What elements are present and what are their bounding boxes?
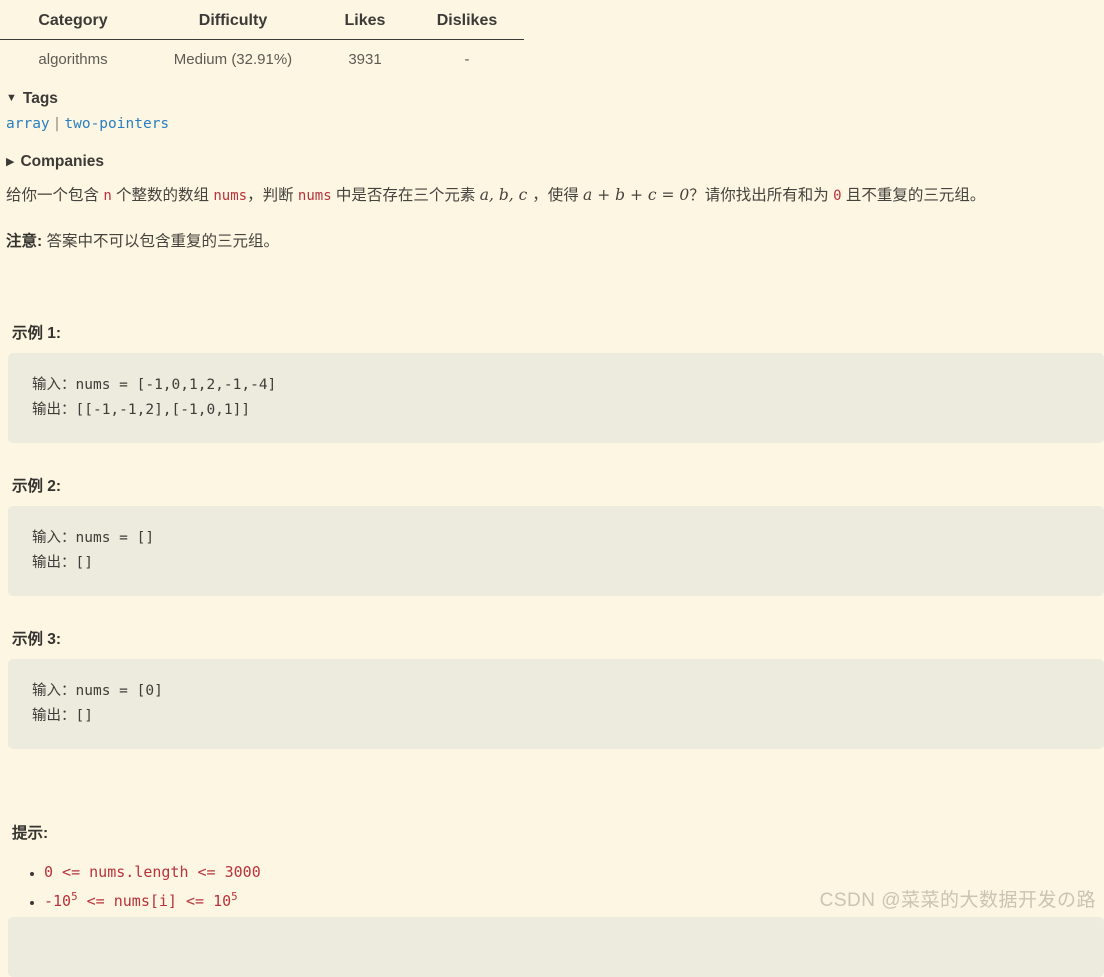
- tags-list: array | two-pointers: [6, 113, 1104, 136]
- note-label: 注意:: [6, 233, 43, 251]
- column-header-dislikes: Dislikes: [410, 0, 524, 40]
- problem-meta-table: Category Difficulty Likes Dislikes algor…: [0, 0, 524, 78]
- companies-disclosure-toggle[interactable]: ▶ Companies: [6, 150, 1104, 173]
- table-row: algorithms Medium (32.91%) 3931 -: [0, 40, 524, 79]
- hint-2-pre: -10: [44, 891, 72, 910]
- example-1-title: 示例 1:: [12, 325, 62, 342]
- list-item: -105 <= nums[i] <= 105: [44, 887, 261, 916]
- tag-link-two-pointers[interactable]: two-pointers: [64, 116, 169, 132]
- tag-link-array[interactable]: array: [6, 116, 50, 132]
- desc-part-3: ，判断: [247, 186, 298, 204]
- tags-disclosure-toggle[interactable]: ▼ Tags: [6, 87, 1104, 110]
- problem-description: 给你一个包含 n 个整数的数组 nums，判断 nums 中是否存在三个元素 a…: [6, 182, 1098, 210]
- cell-difficulty: Medium (32.91%): [173, 51, 293, 68]
- cell-category: algorithms: [38, 51, 108, 68]
- next-code-block-partial: [8, 917, 1104, 977]
- column-header-difficulty: Difficulty: [146, 0, 320, 40]
- example-2-title: 示例 2:: [12, 478, 62, 495]
- desc-part-4: 中是否存在三个元素: [331, 186, 480, 204]
- example-3-code-block: 输入：nums = [0] 输出：[]: [8, 659, 1104, 749]
- problem-page: Category Difficulty Likes Dislikes algor…: [0, 0, 1104, 977]
- desc-part-7: 且不重复的三元组。: [841, 186, 986, 204]
- note-text: 答案中不可以包含重复的三元组。: [42, 233, 279, 251]
- column-header-likes: Likes: [320, 0, 410, 40]
- hint-1-text: 0 <= nums.length <= 3000: [44, 863, 261, 881]
- desc-code-n: n: [103, 187, 112, 204]
- csdn-watermark: CSDN @菜菜的大数据开发の路: [819, 890, 1096, 911]
- column-header-category: Category: [0, 0, 146, 40]
- desc-part-1: 给你一个包含: [6, 186, 104, 204]
- tags-section-label: Tags: [22, 90, 58, 107]
- hints-list: 0 <= nums.length <= 3000 -10 5 <= nums[i]…: [6, 858, 261, 916]
- hint-2-post: <= nums[i] <= 10: [77, 891, 232, 910]
- example-1-code-block: 输入：nums = [-1,0,1,2,-1,-4] 输出：[[-1,-1,2]…: [8, 353, 1104, 443]
- companies-section-label: Companies: [20, 153, 105, 171]
- cell-likes: 3931: [348, 51, 382, 68]
- example-3-title: 示例 3:: [12, 631, 62, 648]
- example-2-code-block: 输入：nums = [] 输出：[]: [8, 506, 1104, 596]
- hint-2-exponent-2: 5: [231, 889, 238, 903]
- problem-note: 注意: 答案中不可以包含重复的三元组。: [6, 229, 1098, 256]
- desc-part-2: 个整数的数组: [111, 186, 214, 204]
- desc-code-nums-1: nums: [213, 187, 248, 204]
- desc-code-zero: 0: [833, 187, 842, 204]
- desc-code-nums-2: nums: [297, 187, 332, 204]
- desc-equation: a + b + c = 0: [583, 185, 690, 204]
- hints-title: 提示:: [12, 825, 49, 842]
- desc-part-6: ？请你找出所有和为: [689, 186, 834, 204]
- chevron-right-icon: ▶: [6, 155, 15, 168]
- list-item: 0 <= nums.length <= 3000: [44, 858, 261, 887]
- desc-variables-abc: a, b, c: [479, 185, 533, 204]
- cell-dislikes: -: [464, 51, 470, 68]
- chevron-down-icon: ▼: [6, 92, 17, 105]
- tag-separator: |: [52, 116, 62, 133]
- desc-part-5: ，使得: [532, 186, 584, 204]
- table-header-row: Category Difficulty Likes Dislikes: [0, 0, 524, 40]
